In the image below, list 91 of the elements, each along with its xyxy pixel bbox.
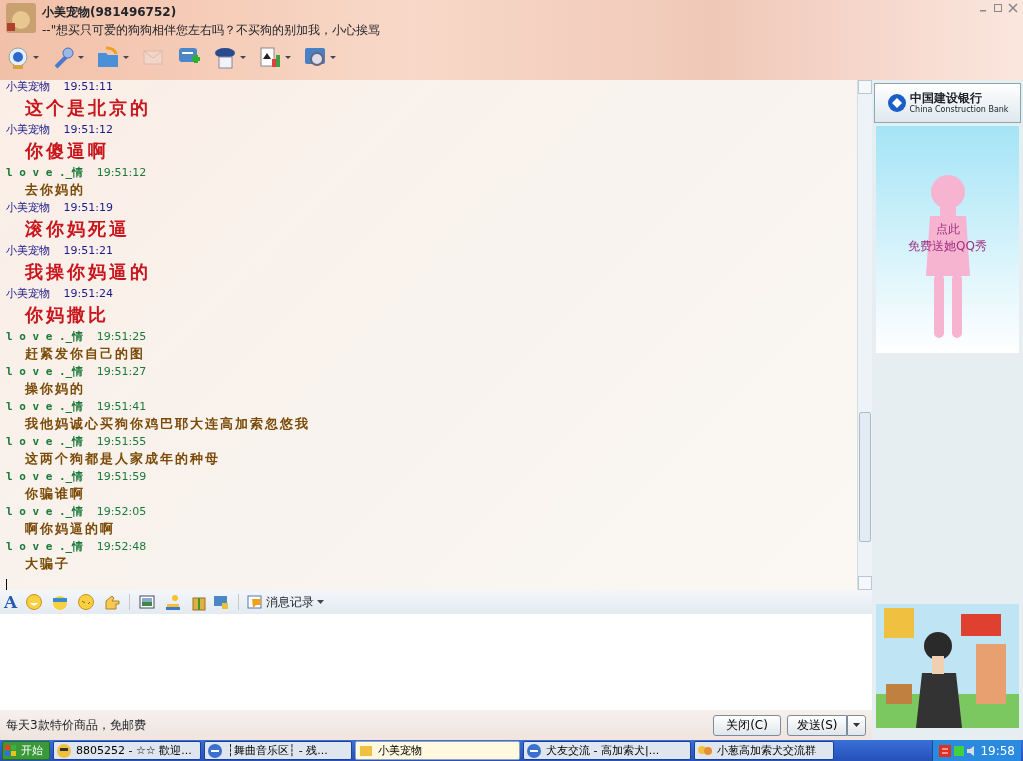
image-icon[interactable]: [138, 593, 157, 611]
sender-name: l o v e ._情: [6, 330, 84, 343]
close-button[interactable]: 关闭(C): [713, 714, 781, 736]
caret-icon[interactable]: [78, 55, 84, 59]
caret-icon[interactable]: [33, 55, 39, 59]
message-time: 19:51:12: [96, 166, 147, 179]
history-icon[interactable]: [247, 594, 264, 610]
message-time: 19:51:11: [63, 80, 113, 93]
bank-banner[interactable]: 中国建设银行 China Construction Bank: [874, 83, 1021, 123]
message-text: 大骗子: [24, 555, 71, 573]
hand-icon[interactable]: [103, 593, 122, 611]
scrollbar-thumb[interactable]: [859, 412, 871, 543]
contact-name: 小美宠物(981496752): [42, 4, 178, 21]
sender-name: 小美宠物: [6, 244, 50, 257]
sender-name: 小美宠物: [6, 80, 50, 93]
input-method-icon: [939, 744, 952, 757]
clock: 19:58: [980, 742, 1015, 760]
smiley-icon[interactable]: [25, 593, 44, 611]
message-text: 你傻逼啊: [23, 139, 110, 163]
message-text: 去你妈的: [24, 181, 86, 199]
taskbar-button[interactable]: 小美宠物: [355, 741, 520, 760]
sender-name: l o v e ._情: [6, 435, 84, 448]
caret-icon[interactable]: [330, 55, 336, 59]
app-icon: [526, 743, 542, 759]
taskbar-button[interactable]: 小葱高加索犬交流群: [694, 741, 834, 760]
message-text: 这个是北京的: [24, 96, 152, 120]
ad-text: 点此: [934, 221, 961, 238]
message-text: 操你妈的: [24, 380, 86, 398]
message-text: 啊你妈逼的啊: [24, 520, 116, 538]
caret-icon[interactable]: [317, 600, 325, 604]
sender-name: l o v e ._情: [6, 166, 84, 179]
qq-show-panel[interactable]: 点此 免费送她QQ秀: [876, 126, 1019, 353]
message-text: 你妈撒比: [23, 303, 110, 327]
caret-icon[interactable]: [240, 55, 246, 59]
sender-name: l o v e ._情: [6, 505, 84, 518]
sender-name: 小美宠物: [6, 287, 50, 300]
app-icon: [56, 743, 72, 759]
bank-name: 中国建设银行: [909, 92, 983, 105]
message-time: 19:51:24: [63, 287, 113, 300]
screen-icon[interactable]: [212, 593, 231, 611]
avatar-icon: [6, 3, 36, 33]
sender-name: 小美宠物: [6, 201, 50, 214]
text-cursor: [6, 579, 7, 590]
ad-text: 免费送她QQ秀: [907, 238, 988, 255]
app-icon: [207, 743, 223, 759]
contact-signature: --"想买只可爱的狗狗相伴您左右吗？不买狗的别加我，小心挨骂: [42, 22, 381, 39]
cards-icon[interactable]: [258, 45, 282, 69]
caret-icon[interactable]: [853, 723, 860, 727]
caret-icon[interactable]: [123, 55, 129, 59]
wink-face-icon[interactable]: [77, 593, 96, 611]
message-text: 我操你妈逼的: [23, 260, 152, 284]
send-options-button[interactable]: [847, 714, 866, 736]
message-time: 19:51:25: [96, 330, 147, 343]
sender-name: 小美宠物: [6, 123, 50, 136]
font-button[interactable]: A: [4, 592, 18, 612]
history-button[interactable]: 消息记录: [266, 593, 315, 611]
message-text: 我他妈诚心买狗你鸡巴耶大连高加索忽悠我: [24, 415, 311, 433]
bank-english-name: China Construction Bank: [909, 105, 1009, 114]
maximize-button[interactable]: [992, 2, 1004, 14]
toolbar-button[interactable]: [213, 45, 246, 69]
message-time: 19:51:21: [63, 244, 113, 257]
promo-text: 每天3款特价商品，免邮费: [6, 717, 147, 734]
sender-name: l o v e ._情: [6, 470, 84, 483]
message-text: 你骗谁啊: [23, 485, 86, 503]
message-text: 赶紧发你自己的图: [24, 345, 146, 363]
message-time: 19:51:55: [96, 435, 147, 448]
cool-face-icon[interactable]: [51, 593, 70, 611]
message-time: 19:51:27: [96, 365, 147, 378]
message-time: 19:51:41: [96, 400, 147, 413]
start-button[interactable]: 开始: [2, 741, 50, 760]
message-time: 19:52:48: [96, 540, 147, 553]
message-text: 这两个狗都是人家成年的种母: [24, 450, 221, 468]
sender-name: l o v e ._情: [6, 365, 84, 378]
message-time: 19:51:59: [96, 470, 147, 483]
caret-icon[interactable]: [285, 55, 291, 59]
message-time: 19:51:19: [63, 201, 113, 214]
camera-icon[interactable]: [6, 45, 30, 69]
sender-name: l o v e ._情: [6, 400, 84, 413]
app-icon: [358, 743, 374, 759]
message-time: 19:51:12: [63, 123, 113, 136]
bank-logo-icon: [886, 93, 907, 113]
taskbar-button[interactable]: 犬友交流 - 高加索犬|...: [523, 741, 691, 760]
toolbar-button[interactable]: [258, 45, 291, 69]
send-button[interactable]: 发送(S): [787, 714, 847, 736]
taskbar-button[interactable]: ┆舞曲音乐区┆ - 残...: [204, 741, 352, 760]
windows-logo-icon: [5, 744, 17, 757]
message-time: 19:52:05: [96, 505, 147, 518]
taskbar-button[interactable]: 8805252 - ☆☆ 歡迎...: [53, 741, 201, 760]
sender-name: l o v e ._情: [6, 540, 84, 553]
close-button[interactable]: [1007, 2, 1019, 14]
message-text: 滚你妈死逼: [24, 217, 131, 241]
